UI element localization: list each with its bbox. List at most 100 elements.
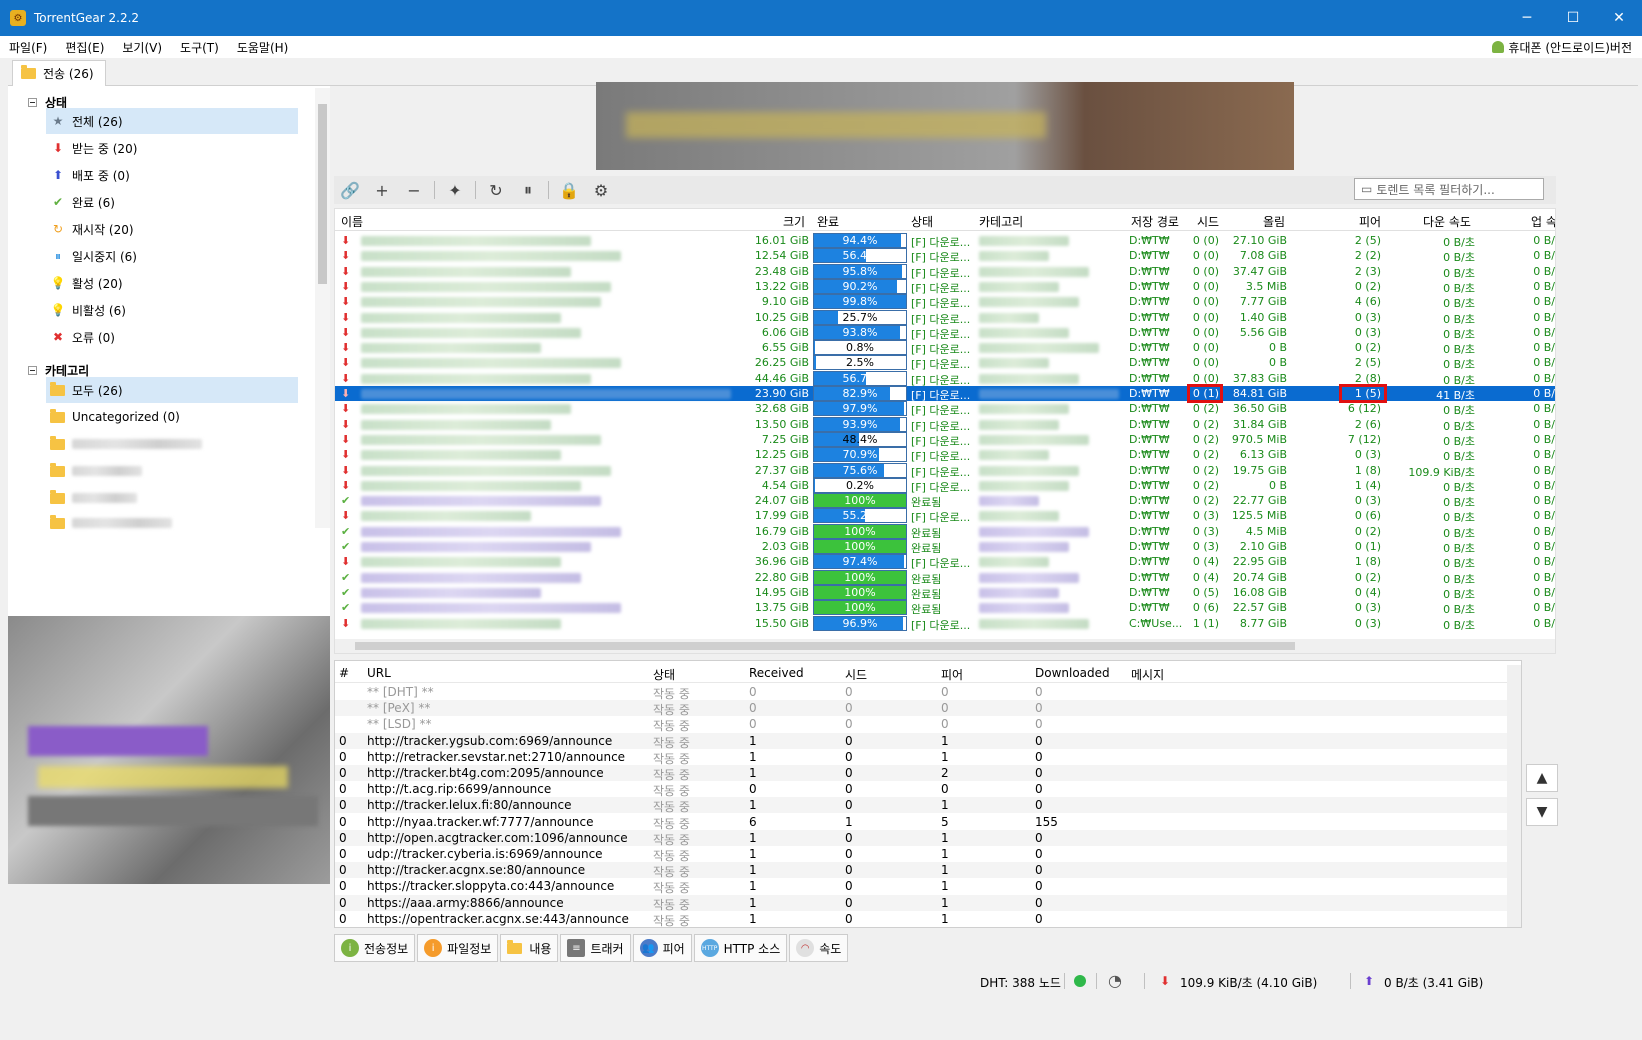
table-row[interactable]: ⬇ 4.54 GiB 0.2% [F] 다운로... D:₩T₩ 0 (2) 0 B1 (4… (335, 477, 1555, 494)
col-up-speed[interactable]: 업 속 (1531, 213, 1555, 230)
table-row[interactable]: ⬇ 12.25 GiB 70.9% [F] 다운로... D:₩T₩ 0 (2) 6.13 … (335, 447, 1555, 463)
ad-banner-top[interactable] (596, 82, 1294, 170)
col-state[interactable]: 상태 (653, 666, 675, 683)
status-item[interactable]: ✖ 오류 (0) (46, 324, 298, 350)
col-down-speed[interactable]: 다운 속도 (1423, 213, 1471, 230)
table-row[interactable]: ⬇ 27.37 GiB 75.6% [F] 다운로... D:₩T₩ 0 (2) 19.75… (335, 462, 1555, 479)
status-item[interactable]: ↻ 재시작 (20) (46, 216, 298, 242)
table-row[interactable]: ✔ 24.07 GiB 100% 완료됨 D:₩T₩ 0 (2) 22.77 GiB 0 (3… (335, 493, 1555, 509)
tab-trackers[interactable]: ≡ 트래커 (560, 934, 631, 962)
tracker-row[interactable]: 0 http://retracker.sevstar.net:2710/annou… (335, 749, 1507, 766)
tab-http-sources[interactable]: HTTP HTTP 소스 (693, 934, 788, 962)
col-size[interactable]: 크기 (783, 213, 805, 230)
table-row[interactable]: ✔ 22.80 GiB 100% 완료됨 D:₩T₩ 0 (4) 20.74 GiB 0 (2… (335, 569, 1555, 586)
table-row[interactable]: ⬇ 16.01 GiB 94.4% [F] 다운로... D:₩T₩ 0 (0) 27.10… (335, 233, 1555, 249)
tracker-row[interactable]: 0 udp://tracker.cyberia.is:6969/announce 작… (335, 846, 1507, 863)
status-item[interactable]: 💡 활성 (20) (46, 270, 298, 296)
col-category[interactable]: 카테고리 (979, 213, 1023, 230)
category-uncategorized[interactable]: Uncategorized (0) (46, 404, 298, 430)
table-row[interactable]: ✔ 13.75 GiB 100% 완료됨 D:₩T₩ 0 (6) 22.57 GiB 0 (3… (335, 600, 1555, 616)
filter-input[interactable]: ▭ 토렌트 목록 필터하기... (1354, 178, 1544, 200)
tracker-row[interactable]: 0 https://aaa.army:8866/announce 작동 중1010 (335, 894, 1507, 912)
table-row[interactable]: ✔ 2.03 GiB 100% 완료됨 D:₩T₩ 0 (3) 2.10 GiB 0 (1) 0… (335, 539, 1555, 555)
table-row[interactable]: ⬇ 23.48 GiB 95.8% [F] 다운로... D:₩T₩ 0 (0) 37.47… (335, 263, 1555, 280)
tab-transfers[interactable]: 전송 (26) (12, 60, 106, 86)
tab-peers[interactable]: 👥 피어 (632, 934, 692, 962)
table-row[interactable]: ⬇ 10.25 GiB 25.7% [F] 다운로... D:₩T₩ 0 (0) 1.40 … (335, 309, 1555, 326)
horizontal-scrollbar[interactable] (335, 639, 1555, 653)
add-icon[interactable]: + (366, 181, 398, 200)
menu-file[interactable]: 파일(F) (0, 39, 56, 56)
menu-tools[interactable]: 도구(T) (171, 39, 228, 56)
table-row[interactable]: ✔ 16.79 GiB 100% 완료됨 D:₩T₩ 0 (3) 4.5 MiB 0 (2) 0… (335, 523, 1555, 540)
tracker-scrollbar[interactable] (1507, 665, 1521, 927)
tab-speed[interactable]: ◠ 속도 (789, 934, 849, 962)
tracker-row[interactable]: 0 https://tracker.sloppyta.co:443/announc… (335, 878, 1507, 895)
col-seeds[interactable]: 시드 (1197, 213, 1219, 230)
category-item[interactable] (46, 431, 298, 457)
tracker-row[interactable]: 0 http://t.acg.rip:6699/announce 작동 중0000 (335, 781, 1507, 798)
table-row[interactable]: ⬇ 36.96 GiB 97.4% [F] 다운로... D:₩T₩ 0 (4) 22.95… (335, 554, 1555, 570)
status-item[interactable]: ★ 전체 (26) (46, 108, 298, 134)
pause-icon[interactable]: ⏸ (512, 180, 544, 200)
collapse-icon[interactable] (28, 366, 37, 375)
col-peers[interactable]: 피어 (941, 666, 963, 683)
status-item[interactable]: ⬆ 배포 중 (0) (46, 162, 298, 188)
col-message[interactable]: 메시지 (1131, 666, 1164, 683)
table-row[interactable]: ⬇ 12.54 GiB 56.4% [F] 다운로... D:₩T₩ 0 (0) 7.08 … (335, 248, 1555, 264)
sidebar-scrollbar[interactable] (315, 88, 330, 528)
close-button[interactable]: ✕ (1596, 0, 1642, 36)
col-url[interactable]: URL (367, 666, 391, 680)
table-row[interactable]: ⬇ 6.06 GiB 93.8% [F] 다운로... D:₩T₩ 0 (0) 5.56 G… (335, 324, 1555, 341)
move-down-button[interactable]: ▼ (1526, 798, 1558, 826)
col-state[interactable]: 상태 (911, 213, 933, 230)
lock-icon[interactable]: 🔒 (553, 181, 585, 200)
maximize-button[interactable]: ☐ (1550, 0, 1596, 36)
col-downloaded[interactable]: Downloaded (1035, 666, 1110, 680)
col-num[interactable]: # (339, 666, 349, 680)
col-path[interactable]: 저장 경로 (1131, 213, 1179, 230)
scrollbar-thumb[interactable] (318, 104, 327, 284)
minimize-button[interactable]: ─ (1504, 0, 1550, 36)
tracker-row[interactable]: 0 http://tracker.acgnx.se:80/announce 작동 중… (335, 862, 1507, 879)
col-peers[interactable]: 피어 (1359, 213, 1381, 230)
speedometer-icon[interactable]: ◔ (1108, 971, 1122, 990)
refresh-icon[interactable]: ↻ (480, 181, 512, 200)
table-row[interactable]: ⬇ 23.90 GiB 82.9% [F] 다운로... D:₩T₩ 0 (1) 84.81… (335, 384, 1555, 403)
category-item[interactable] (46, 510, 298, 536)
table-row[interactable]: ⬇ 17.99 GiB 55.2% [F] 다운로... D:₩T₩ 0 (3) 125.5… (335, 508, 1555, 524)
col-name[interactable]: 이름 (341, 213, 363, 230)
menu-help[interactable]: 도움말(H) (228, 39, 298, 56)
tracker-row[interactable]: ** [LSD] ** 작동 중0000 (335, 716, 1507, 733)
collapse-icon[interactable] (28, 98, 37, 107)
status-item[interactable]: 💡 비활성 (6) (46, 297, 298, 323)
move-up-button[interactable]: ▲ (1526, 764, 1558, 792)
col-done[interactable]: 완료 (817, 213, 839, 230)
menu-view[interactable]: 보기(V) (113, 39, 171, 56)
tracker-row[interactable]: 0 http://tracker.lelux.fi:80/announce 작동 중… (335, 797, 1507, 814)
category-all[interactable]: 모두 (26) (46, 377, 298, 403)
tracker-row[interactable]: 0 http://tracker.ygsub.com:6969/announce 작… (335, 732, 1507, 750)
table-row[interactable]: ⬇ 6.55 GiB 0.8% [F] 다운로... D:₩T₩ 0 (0) 0 B0 (2… (335, 340, 1555, 356)
torrent-list[interactable]: 이름 크기 완료 상태 카테고리 저장 경로 시드 올림 피어 다운 속도 업 … (334, 208, 1556, 654)
status-item[interactable]: ⬇ 받는 중 (20) (46, 135, 298, 161)
tracker-row[interactable]: ** [DHT] ** 작동 중0000 (335, 684, 1507, 701)
category-item[interactable] (46, 458, 298, 484)
tab-transfer-info[interactable]: i 전송정보 (334, 934, 416, 962)
col-received[interactable]: Received (749, 666, 804, 680)
table-row[interactable]: ⬇ 7.25 GiB 48.4% [F] 다운로... D:₩T₩ 0 (2) 970.5 … (335, 431, 1555, 448)
tab-file-info[interactable]: i 파일정보 (417, 934, 499, 962)
tracker-row[interactable]: 0 https://opentracker.acgnx.se:443/announ… (335, 911, 1507, 927)
table-row[interactable]: ⬇ 15.50 GiB 96.9% [F] 다운로... C:₩Use... 1 (1) 8… (335, 615, 1555, 632)
col-upload[interactable]: 올림 (1263, 213, 1285, 230)
category-item[interactable] (46, 485, 298, 511)
add-link-icon[interactable]: 🔗 (334, 181, 366, 200)
table-row[interactable]: ✔ 14.95 GiB 100% 완료됨 D:₩T₩ 0 (5) 16.08 GiB 0 (4… (335, 584, 1555, 601)
status-item[interactable]: ✔ 완료 (6) (46, 189, 298, 215)
tracker-row[interactable]: 0 http://nyaa.tracker.wf:7777/announce 작동 … (335, 814, 1507, 831)
table-row[interactable]: ⬇ 13.50 GiB 93.9% [F] 다운로... D:₩T₩ 0 (2) 31.84… (335, 416, 1555, 433)
wand-icon[interactable]: ✦ (439, 181, 471, 200)
status-item[interactable]: ⏸ 일시중지 (6) (46, 243, 298, 269)
gear-icon[interactable]: ⚙ (585, 181, 617, 200)
menu-edit[interactable]: 편집(E) (56, 39, 113, 56)
